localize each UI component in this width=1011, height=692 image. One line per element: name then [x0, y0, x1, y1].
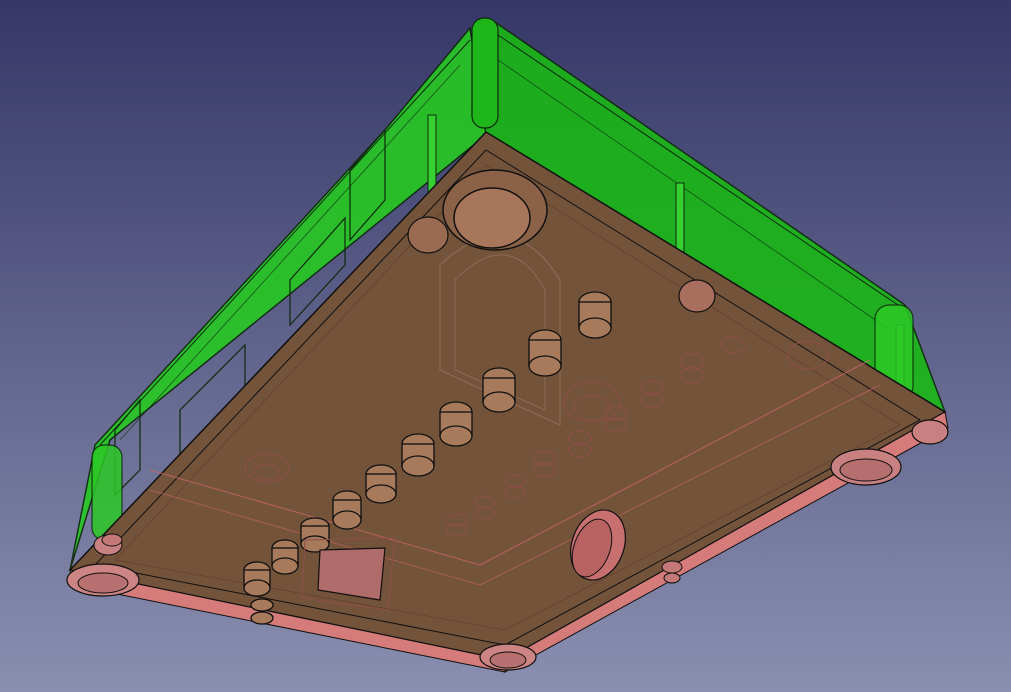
corner-foot-bottom: [479, 643, 537, 671]
3d-viewport[interactable]: [0, 0, 1011, 692]
model-canvas[interactable]: [0, 0, 1011, 692]
corner-foot-mid: [678, 279, 716, 313]
